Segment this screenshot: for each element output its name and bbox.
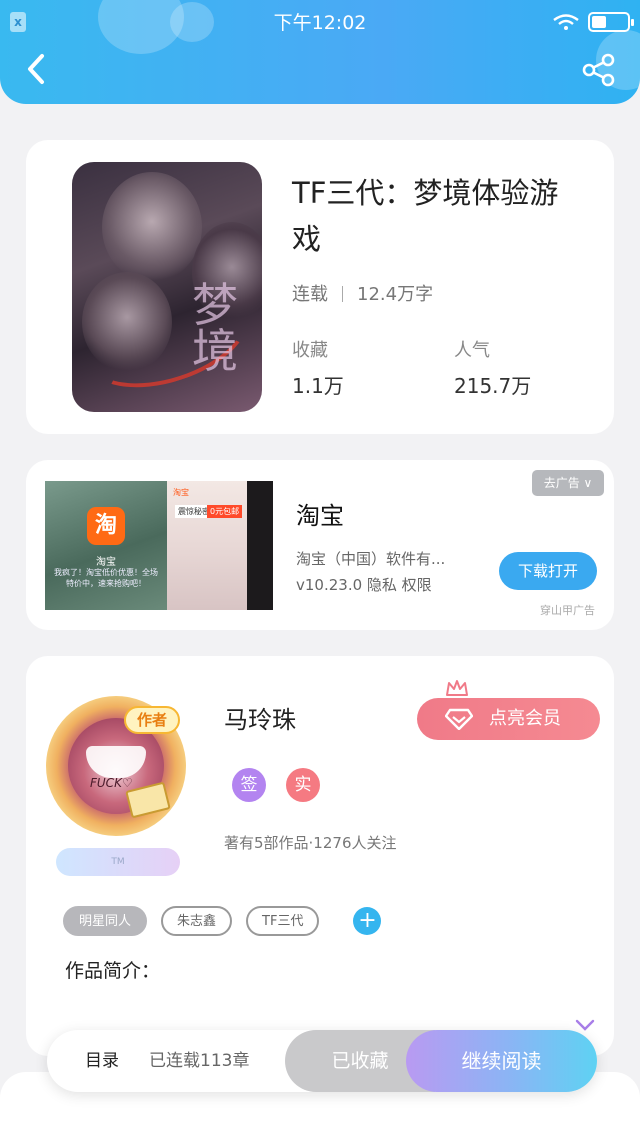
ad-desc-line: 淘宝（中国）软件有... bbox=[296, 550, 446, 568]
author-badge: 作者 bbox=[124, 706, 180, 734]
author-stats: 著有5部作品·1276人关注 bbox=[224, 834, 397, 852]
popularity-label: 人气 bbox=[454, 340, 490, 361]
avatar-text: FUCK♡ bbox=[90, 776, 133, 790]
verified-badge: 实 bbox=[286, 768, 320, 802]
continue-reading-button[interactable]: 继续阅读 bbox=[406, 1030, 597, 1092]
remove-ad-button[interactable]: 去广告 ∨ bbox=[532, 470, 604, 496]
ad-title: 淘宝 bbox=[296, 502, 344, 530]
book-info-card: 梦境 TF三代：梦境体验游戏 连载 12.4万字 收藏 1.1万 人气 215.7… bbox=[26, 140, 614, 434]
author-card: FUCK♡ 作者 TM 马玲珠 点亮会员 签 实 著有5部作品·1276人关注 … bbox=[26, 656, 614, 1056]
vip-label: 点亮会员 bbox=[489, 708, 561, 729]
chevron-down-icon[interactable] bbox=[575, 1018, 595, 1032]
ad-description: 淘宝（中国）软件有... v10.23.0 隐私 权限 bbox=[296, 546, 445, 598]
serial-info: 已连载113章 bbox=[149, 1051, 250, 1071]
taobao-logo: 淘 bbox=[87, 507, 125, 545]
ad-source: 穿山甲广告 bbox=[540, 604, 595, 617]
ad-image: 淘 淘宝 我疯了！淘宝低价优惠！全场特价中，速来抢购吧！ bbox=[45, 481, 167, 610]
tag-item[interactable]: 明星同人 bbox=[63, 906, 148, 936]
add-tag-button[interactable]: + bbox=[353, 907, 382, 935]
book-meta: 连载 12.4万字 bbox=[292, 280, 433, 306]
signed-badge: 签 bbox=[232, 768, 266, 802]
battery-icon bbox=[588, 12, 634, 32]
collect-value: 1.1万 bbox=[292, 374, 344, 398]
activate-vip-button[interactable]: 点亮会员 bbox=[417, 698, 600, 740]
ad-desc-line[interactable]: v10.23.0 隐私 权限 bbox=[296, 572, 445, 598]
book-title: TF三代：梦境体验游戏 bbox=[292, 176, 559, 256]
ad-image-brand: 淘宝 bbox=[173, 488, 189, 497]
tag-item[interactable]: TF三代 bbox=[246, 906, 320, 936]
name-ribbon: TM bbox=[56, 848, 180, 876]
bottom-action-bar: 目录 已连载113章 已收藏 继续阅读 bbox=[47, 1030, 597, 1092]
ad-image: 淘宝 震惊秘密 0元包邮 bbox=[167, 481, 247, 610]
tag-item[interactable]: 朱志鑫 bbox=[161, 906, 233, 936]
book-status: 连载 bbox=[292, 284, 328, 305]
ad-image-desc: 我疯了！淘宝低价优惠！全场特价中，速来抢购吧！ bbox=[54, 568, 158, 588]
tag-list: 明星同人 朱志鑫 TF三代 + bbox=[63, 906, 382, 936]
share-button[interactable] bbox=[580, 52, 618, 88]
ad-image-name: 淘宝 bbox=[96, 557, 116, 568]
book-word-count: 12.4万字 bbox=[357, 284, 434, 305]
diamond-icon bbox=[445, 708, 473, 730]
back-button[interactable] bbox=[20, 50, 54, 88]
author-name: 马玲珠 bbox=[224, 706, 296, 734]
book-cover[interactable]: 梦境 bbox=[72, 162, 262, 412]
ad-image-tag: 0元包邮 bbox=[207, 505, 243, 518]
collect-label: 收藏 bbox=[292, 340, 328, 361]
ad-image bbox=[247, 481, 273, 610]
crown-icon bbox=[446, 680, 468, 696]
popularity-value: 215.7万 bbox=[454, 374, 532, 398]
toc-button[interactable]: 目录 bbox=[85, 1030, 119, 1092]
status-time: 下午12:02 bbox=[273, 12, 367, 34]
wifi-icon bbox=[553, 14, 579, 30]
header: x 下午12:02 bbox=[0, 0, 640, 104]
download-open-button[interactable]: 下载打开 bbox=[499, 552, 597, 590]
intro-label: 作品简介： bbox=[65, 960, 161, 982]
ad-card[interactable]: 淘 淘宝 我疯了！淘宝低价优惠！全场特价中，速来抢购吧！ 淘宝 震惊秘密 0元包… bbox=[26, 460, 614, 630]
